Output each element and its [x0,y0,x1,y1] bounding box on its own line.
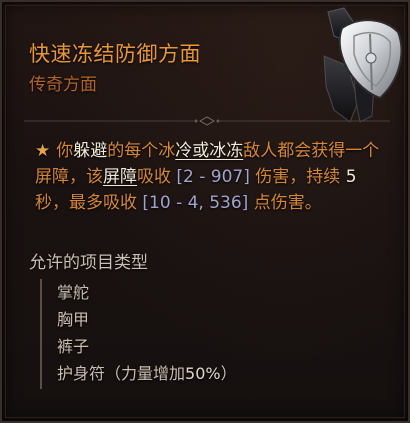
item-title: 快速冻结防御方面 [29,42,201,66]
allowed-types-heading: 允许的项目类型 [29,253,148,273]
list-item: 胸甲 [57,310,90,329]
value-range-barrier: [2 - 907] [176,167,250,187]
list-item: 裤子 [57,337,90,356]
item-tooltip: 快速冻结防御方面 传奇方面 ★ 你躲避的每个冰冷或冰冻敌人都会获得一个屏障，该屏… [0,0,410,423]
list-item: 掌舵 [57,283,90,302]
strength-bonus-value: 50% [185,364,221,383]
section-divider [24,116,390,126]
keyword-evade: 躲避 [73,141,108,161]
allowed-types-list: 掌舵 胸甲 裤子 护身符（力量增加50%） [40,279,237,389]
legendary-affix-text: ★ 你躲避的每个冰冷或冰冻敌人都会获得一个屏障，该屏障吸收 [2 - 907] 伤… [35,141,380,213]
keyword-barrier[interactable]: 屏障 [103,167,137,187]
list-item-amulet: 护身符（力量增加50%） [57,364,237,383]
keyword-chill-freeze[interactable]: 冷或冰冻 [175,141,243,161]
duration-value: 5 [345,167,357,187]
ornate-shield-icon [323,7,403,123]
star-icon: ★ [35,141,51,161]
item-rarity: 传奇方面 [29,75,97,95]
value-range-max: [10 - 4, 536] [142,193,249,213]
